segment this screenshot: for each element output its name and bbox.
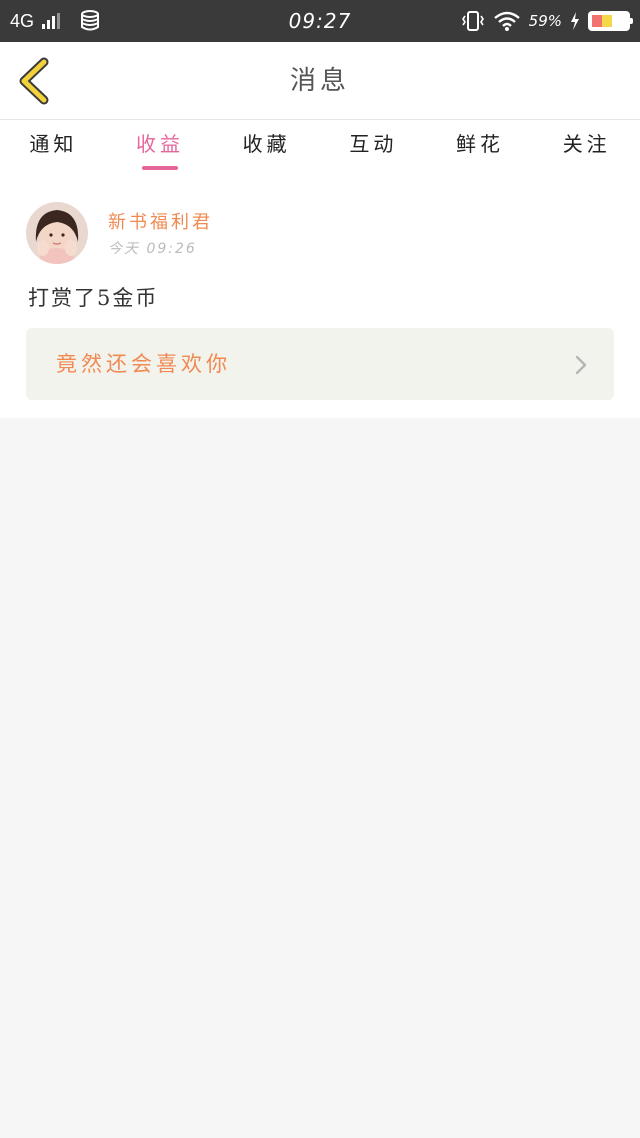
message-timestamp: 今天 09:26 xyxy=(108,241,197,257)
tab-bar: 通知 收益 收藏 互动 鲜花 关注 xyxy=(0,120,640,176)
sender-name[interactable]: 新书福利君 xyxy=(108,208,213,234)
status-right: 59% xyxy=(461,0,633,42)
quoted-book-link[interactable]: 竟然还会喜欢你 xyxy=(26,328,614,400)
chevron-right-icon xyxy=(575,355,587,375)
active-tab-indicator xyxy=(142,166,178,170)
header: 消息 xyxy=(0,42,640,120)
tab-label: 收益 xyxy=(136,132,184,156)
vibrate-icon xyxy=(461,11,484,31)
tab-interactions[interactable]: 互动 xyxy=(320,120,427,176)
avatar[interactable] xyxy=(26,202,88,264)
battery-percent: 59% xyxy=(528,12,562,30)
tab-label: 关注 xyxy=(562,132,611,156)
page-title: 消息 xyxy=(289,66,350,96)
tab-label: 收藏 xyxy=(242,132,291,156)
message-body: 打赏了5金币 xyxy=(28,286,159,310)
tab-flowers[interactable]: 鲜花 xyxy=(427,120,534,176)
tab-label: 鲜花 xyxy=(456,132,505,156)
charging-icon xyxy=(571,12,579,30)
battery-icon xyxy=(588,11,633,31)
quoted-book-title: 竟然还会喜欢你 xyxy=(56,352,231,376)
tab-notifications[interactable]: 通知 xyxy=(0,120,107,176)
tab-favorites[interactable]: 收藏 xyxy=(213,120,320,176)
tab-label: 通知 xyxy=(29,132,78,156)
status-bar: 4G 09:27 59% xyxy=(0,0,640,42)
tab-earnings[interactable]: 收益 xyxy=(107,120,214,176)
wifi-icon xyxy=(493,11,520,31)
tab-label: 互动 xyxy=(349,132,398,156)
message-item: 新书福利君 今天 09:26 打赏了5金币 竟然还会喜欢你 xyxy=(0,176,640,418)
tab-following[interactable]: 关注 xyxy=(533,120,640,176)
